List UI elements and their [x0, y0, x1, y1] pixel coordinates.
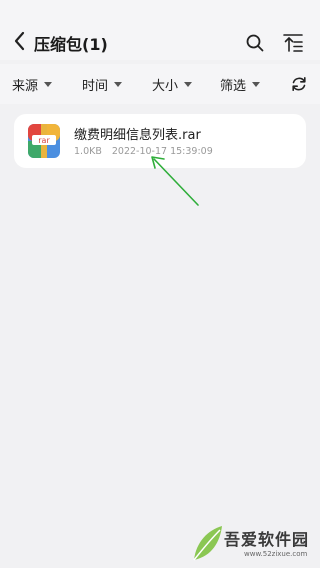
- sort-icon[interactable]: [282, 32, 304, 54]
- back-icon[interactable]: [10, 28, 30, 54]
- filter-size[interactable]: 大小: [152, 75, 193, 94]
- leaf-logo-icon: [193, 526, 222, 561]
- filter-time-label: 时间: [82, 79, 109, 94]
- dropdown-arrow-icon: [184, 82, 193, 87]
- watermark-text: 吾爱软件园: [224, 530, 310, 549]
- dropdown-arrow-icon: [114, 82, 123, 87]
- site-watermark: 吾爱软件园 www.52zixue.com: [188, 520, 320, 568]
- file-name: 缴费明细信息列表.rar: [74, 128, 201, 143]
- dropdown-arrow-icon: [44, 82, 53, 87]
- filter-time[interactable]: 时间: [82, 75, 123, 94]
- top-app-bar: 压缩包(1): [0, 0, 320, 60]
- dropdown-arrow-icon: [252, 82, 261, 87]
- search-icon[interactable]: [245, 33, 265, 53]
- rar-archive-icon: rar: [28, 124, 60, 158]
- filter-more-label: 筛选: [220, 79, 247, 94]
- refresh-icon[interactable]: [290, 75, 308, 93]
- watermark-url: www.52zixue.com: [244, 550, 308, 558]
- filter-size-label: 大小: [152, 79, 179, 94]
- filter-bar: 来源 时间 大小 筛选: [0, 64, 320, 104]
- filter-more[interactable]: 筛选: [220, 75, 261, 94]
- rar-label: rar: [38, 136, 50, 145]
- annotation-arrow: [151, 156, 199, 206]
- file-size: 1.0KB: [74, 146, 102, 157]
- filter-source[interactable]: 来源: [12, 75, 53, 94]
- page-title: 压缩包(1): [34, 35, 108, 54]
- filter-source-label: 来源: [12, 79, 39, 94]
